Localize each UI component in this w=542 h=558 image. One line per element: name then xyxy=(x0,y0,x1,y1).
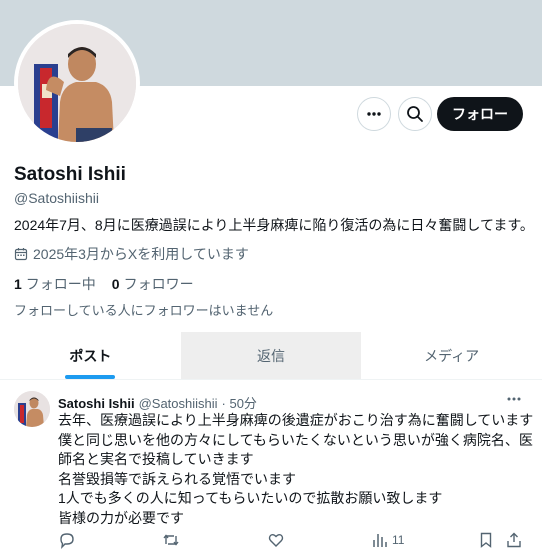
post-more-icon[interactable] xyxy=(504,391,524,407)
tab-media[interactable]: メディア xyxy=(361,332,542,379)
post-avatar-photo xyxy=(14,391,50,427)
post-text: 去年、医療過誤により上半身麻痺の後遺症がおこり治す為に奮闘しています 僕と同じ思… xyxy=(58,411,533,528)
profile-stats: 1 フォロー中 0 フォロワー xyxy=(14,274,194,294)
more-icon xyxy=(367,112,381,116)
post-actions: 11 xyxy=(58,530,532,550)
repost-icon xyxy=(163,534,179,546)
post-line: 僕と同じ思いを他の方々にしてもらいたくないという思いが強く病院名、医 xyxy=(58,431,533,448)
post-time[interactable]: · 50分 xyxy=(222,393,257,412)
joined-text: 2025年3月からXを利用しています xyxy=(33,246,249,262)
tab-media-label: メディア xyxy=(424,347,480,364)
profile-name: Satoshi Ishii xyxy=(14,164,126,185)
post-line: 皆様の力が必要です xyxy=(58,509,184,526)
search-button[interactable] xyxy=(398,97,432,131)
reply-icon xyxy=(60,533,74,549)
share-icon xyxy=(507,532,521,548)
post-line: 1人でも多くの人に知ってもらいたいので拡散お願い致します xyxy=(58,490,443,506)
post-author-name[interactable]: Satoshi Ishii xyxy=(58,396,135,411)
post-line: 師名と実名で投稿していきます xyxy=(58,451,254,467)
tab-active-indicator xyxy=(65,375,116,379)
post-header: Satoshi Ishii @Satoshiishii · 50分 xyxy=(58,393,257,412)
repost-button[interactable] xyxy=(162,530,180,550)
tab-replies[interactable]: 返信 xyxy=(180,332,362,379)
tab-posts-label: ポスト xyxy=(69,347,112,364)
post-line: 去年、医療過誤により上半身麻痺の後遺症がおこり治す為に奮闘しています xyxy=(58,412,534,428)
post-author-handle[interactable]: @Satoshiishii xyxy=(139,396,218,411)
views-count: 11 xyxy=(392,533,405,547)
profile-photo xyxy=(18,24,136,142)
profile-tabs: ポスト 返信 メディア xyxy=(0,332,542,380)
profile-bio: 2024年7月、8月に医療過誤により上半身麻痺に陥り復活の為に日々奮闘してます。 xyxy=(14,217,534,233)
heart-icon xyxy=(268,534,284,547)
profile-avatar[interactable] xyxy=(14,20,140,146)
following-link[interactable]: 1 フォロー中 xyxy=(14,274,96,294)
tab-replies-label: 返信 xyxy=(257,347,285,364)
like-button[interactable] xyxy=(267,530,285,550)
views-chart-icon xyxy=(373,534,387,547)
bookmark-button[interactable] xyxy=(478,530,494,550)
search-icon xyxy=(407,106,423,122)
following-label: フォロー中 xyxy=(25,276,96,292)
following-count: 1 xyxy=(14,276,22,292)
followers-link[interactable]: 0 フォロワー xyxy=(112,274,194,294)
post-avatar[interactable] xyxy=(14,391,50,427)
followers-you-know-note: フォローしている人にフォロワーはいません xyxy=(14,303,274,318)
followers-count: 0 xyxy=(111,276,120,292)
calendar-icon xyxy=(14,248,28,261)
share-button[interactable] xyxy=(506,530,522,550)
bookmark-icon xyxy=(480,532,492,548)
followers-label: フォロワー xyxy=(123,276,194,292)
tab-posts[interactable]: ポスト xyxy=(0,332,181,379)
follow-button[interactable]: フォロー xyxy=(437,97,523,131)
profile-handle: @Satoshiishii xyxy=(14,190,100,206)
post-item[interactable]: Satoshi Ishii @Satoshiishii · 50分 去年、医療過… xyxy=(0,381,542,558)
views-button[interactable]: 11 xyxy=(372,530,404,550)
profile-joined: 2025年3月からXを利用しています xyxy=(14,244,249,264)
reply-button[interactable] xyxy=(58,530,76,550)
post-line: 名誉毀損等で訴えられる覚悟でいます xyxy=(58,470,296,487)
more-options-button[interactable] xyxy=(357,97,391,131)
